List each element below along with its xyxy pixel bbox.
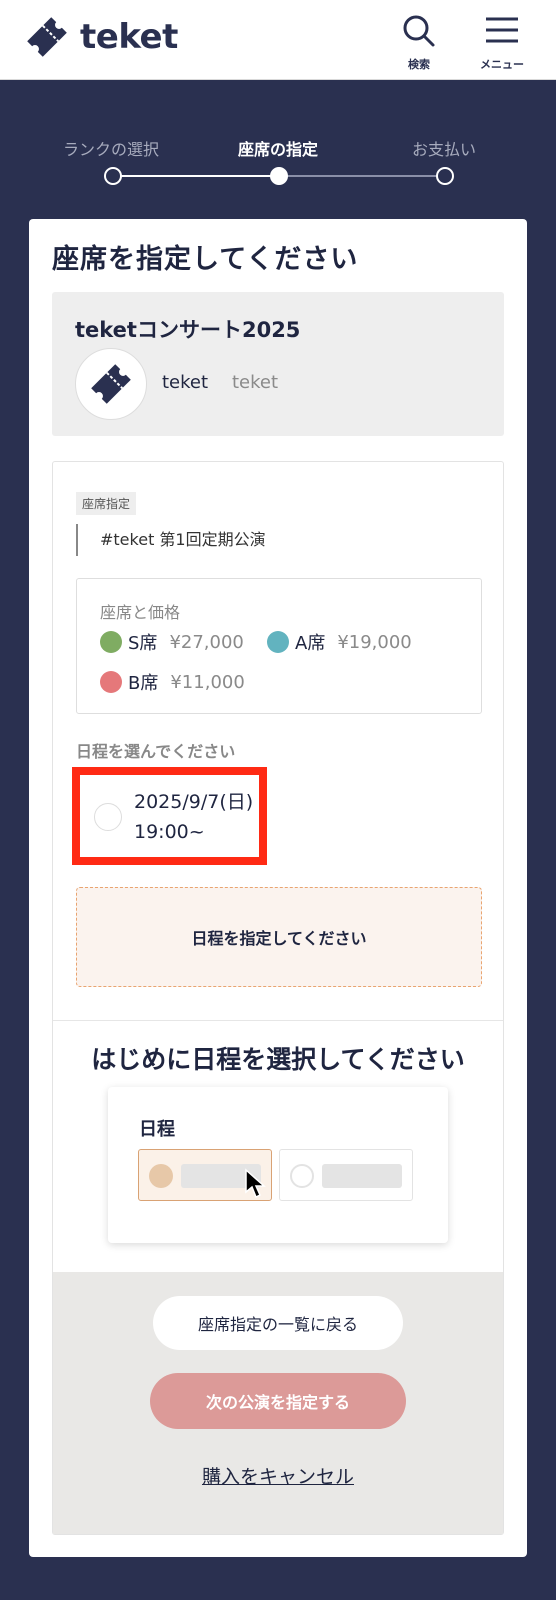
notice-text: 日程を指定してください [191, 929, 367, 948]
page-title: 座席を指定してください [52, 244, 359, 275]
step-rank-label: ランクの選択 [62, 140, 159, 159]
seat-color-dot [267, 631, 289, 653]
performance-detail: 座席指定 #teket 第1回定期公演 座席と価格 S席 ¥27,000 A席 … [52, 461, 504, 1535]
seat-designation-tag: 座席指定 [76, 492, 137, 515]
search-button[interactable]: 検索 [389, 14, 449, 72]
guide-title: はじめに日程を選択してください [91, 1045, 465, 1074]
guide-radio [149, 1164, 173, 1188]
price-list: 座席と価格 S席 ¥27,000 A席 ¥19,000 B席 ¥11,000 [76, 578, 482, 714]
price-list-title: 座席と価格 [100, 603, 181, 622]
search-icon [403, 15, 435, 47]
site-header: teket 検索 メニュー [0, 0, 556, 80]
ticket-icon [91, 364, 131, 404]
seat-price: ¥19,000 [337, 631, 412, 653]
step-line-pending [279, 175, 445, 177]
organizer-id: teket [232, 372, 279, 393]
step-dot-seat [270, 167, 288, 185]
price-item-s: S席 ¥27,000 [100, 629, 244, 655]
hamburger-menu-icon [486, 17, 518, 43]
progress-stepper: ランクの選択 座席の指定 お支払い [0, 130, 556, 190]
guide-placeholder-bar [322, 1164, 402, 1188]
back-to-list-button[interactable]: 座席指定の一覧に戻る [153, 1296, 403, 1350]
search-label: 検索 [408, 58, 430, 71]
teket-logo[interactable]: teket [22, 14, 178, 60]
action-area: 座席指定の一覧に戻る 次の公演を指定する 購入をキャンセル [53, 1272, 503, 1534]
seat-price: ¥11,000 [170, 671, 245, 693]
guide-option-unselected [279, 1149, 413, 1201]
seat-price: ¥27,000 [169, 631, 244, 653]
organizer-name[interactable]: teket [162, 372, 208, 393]
performance-name: #teket 第1回定期公演 [76, 524, 266, 556]
date-option-2025-9-7[interactable]: 2025/9/7(日) 19:00~ [72, 767, 267, 865]
cancel-purchase-link[interactable]: 購入をキャンセル [53, 1462, 503, 1489]
date-option-label: 2025/9/7(日) 19:00~ [134, 791, 254, 843]
organizer-avatar[interactable] [75, 348, 147, 420]
event-summary: teketコンサート2025 teket teket [52, 292, 504, 436]
step-seat-label: 座席の指定 [237, 140, 318, 159]
date-required-notice: 日程を指定してください [76, 887, 482, 987]
section-divider [53, 1020, 503, 1021]
next-performance-button[interactable]: 次の公演を指定する [150, 1373, 406, 1429]
seat-rank: A席 [295, 633, 326, 654]
seat-rank: S席 [128, 633, 158, 654]
step-payment-label: お支払い [411, 140, 476, 159]
main-card: 座席を指定してください teketコンサート2025 teket teket 座… [29, 219, 527, 1557]
price-item-b: B席 ¥11,000 [100, 669, 245, 695]
step-dot-rank [104, 167, 122, 185]
menu-label: メニュー [480, 58, 524, 71]
brand-name: teket [80, 17, 178, 57]
seat-color-dot [100, 631, 122, 653]
guide-label: 日程 [139, 1119, 175, 1140]
price-item-a: A席 ¥19,000 [267, 629, 412, 655]
step-line-completed [113, 175, 279, 177]
menu-button[interactable]: メニュー [472, 14, 532, 72]
date-prompt: 日程を選んでください [76, 742, 236, 761]
step-dot-payment [436, 167, 454, 185]
pointer-cursor-icon [245, 1168, 266, 1199]
date-radio[interactable] [94, 803, 122, 831]
seat-color-dot [100, 671, 122, 693]
guide-illustration: 日程 [108, 1087, 448, 1243]
guide-option-selected [138, 1149, 272, 1201]
seat-rank: B席 [128, 673, 159, 694]
guide-radio [290, 1164, 314, 1188]
event-title: teketコンサート2025 [75, 318, 301, 342]
ticket-logo-icon [27, 17, 67, 57]
